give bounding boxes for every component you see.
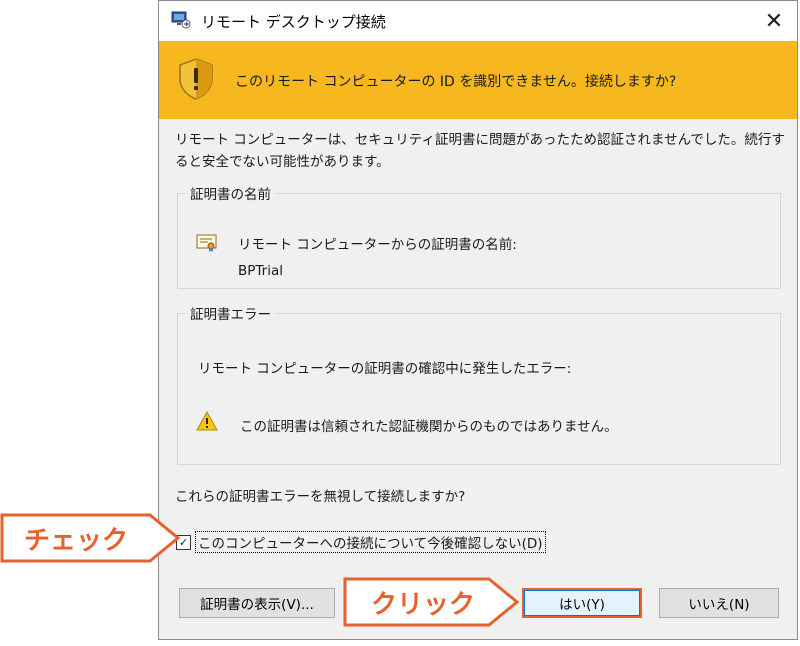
dont-ask-checkbox-label[interactable]: このコンピューターへの接続について今後確認しない(D) bbox=[195, 531, 546, 553]
cert-error-legend: 証明書エラー bbox=[190, 307, 271, 323]
rdp-dialog: リモート デスクトップ接続 ✕ このリモート コンピューターの ID を識別でき… bbox=[158, 0, 798, 640]
no-button[interactable]: いいえ(N) bbox=[659, 588, 779, 618]
security-shield-icon bbox=[179, 58, 213, 100]
click-callout-text: クリック bbox=[371, 589, 476, 620]
check-callout-text: チェック bbox=[24, 525, 129, 556]
close-button[interactable]: ✕ bbox=[751, 1, 797, 41]
yes-button-label: はい(Y) bbox=[524, 590, 640, 616]
banner-message: このリモート コンピューターの ID を識別できません。接続しますか? bbox=[235, 74, 677, 90]
cert-name-group: 証明書の名前 リモート コンピューターからの証明書の名前: BPTrial bbox=[177, 183, 781, 289]
click-callout: クリック bbox=[343, 577, 521, 627]
certificate-icon bbox=[196, 234, 217, 252]
dont-ask-checkbox-row[interactable]: ✓ このコンピューターへの接続について今後確認しない(D) bbox=[176, 531, 546, 553]
ignore-question: これらの証明書エラーを無視して接続しますか? bbox=[175, 489, 466, 505]
window-title: リモート デスクトップ接続 bbox=[201, 13, 386, 31]
warning-banner: このリモート コンピューターの ID を識別できません。接続しますか? bbox=[159, 41, 797, 119]
cert-name-value: BPTrial bbox=[238, 263, 283, 279]
cert-error-message: この証明書は信頼された認証機関からのものではありません。 bbox=[240, 419, 618, 435]
cert-error-group: 証明書エラー リモート コンピューターの証明書の確認中に発生したエラー: この証… bbox=[177, 303, 781, 465]
yes-button[interactable]: はい(Y) bbox=[522, 588, 642, 618]
view-certificate-button[interactable]: 証明書の表示(V)... bbox=[179, 588, 335, 618]
title-bar: リモート デスクトップ接続 ✕ bbox=[159, 1, 797, 41]
check-callout: チェック bbox=[0, 513, 182, 563]
close-icon: ✕ bbox=[764, 8, 784, 34]
description-text: リモート コンピューターは、セキュリティ証明書に問題があったため認証されませんで… bbox=[175, 132, 785, 170]
cert-name-legend: 証明書の名前 bbox=[190, 187, 271, 203]
remote-desktop-icon bbox=[171, 11, 191, 29]
cert-name-label: リモート コンピューターからの証明書の名前: bbox=[238, 237, 517, 253]
cert-error-label: リモート コンピューターの証明書の確認中に発生したエラー: bbox=[198, 361, 572, 377]
warning-icon bbox=[196, 411, 218, 431]
